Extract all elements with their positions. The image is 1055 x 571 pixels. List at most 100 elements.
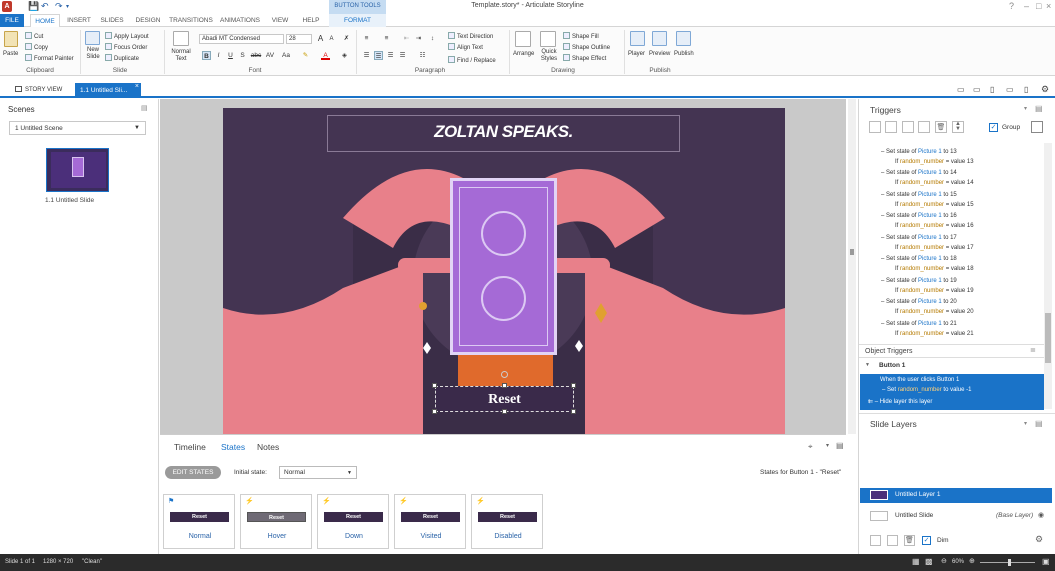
italic-button[interactable]: I <box>214 51 223 60</box>
slide-doc-tab[interactable]: 1.1 Untitled Sli... × <box>75 83 141 98</box>
columns-icon[interactable]: ☷ <box>418 51 427 60</box>
trigger-condition-15[interactable]: If random_number = value 15 <box>895 202 974 208</box>
preview-icon[interactable] <box>652 31 667 46</box>
layout-tablet-icon[interactable]: ▭ <box>1006 85 1014 94</box>
publish-button[interactable]: Publish <box>674 51 694 57</box>
help-icon[interactable]: ? <box>1009 1 1014 11</box>
preview-button[interactable]: Preview <box>649 51 670 57</box>
settings-icon[interactable]: ⚙ <box>1041 84 1049 95</box>
canvas-scrollbar[interactable] <box>848 99 856 434</box>
trigger-condition-20[interactable]: If random_number = value 20 <box>895 309 974 315</box>
quick-styles-icon[interactable] <box>540 31 556 47</box>
panel-menu-icon[interactable]: ▾ <box>826 442 829 449</box>
trigger-action-21[interactable]: – Set state of Picture 1 to 21 <box>881 321 957 327</box>
shape-fill-button[interactable]: Shape Fill <box>563 32 599 40</box>
state-card-visited[interactable]: ⚡ Reset Visited <box>394 494 466 549</box>
change-case-button[interactable]: Aa <box>280 51 292 60</box>
underline-button[interactable]: U <box>226 51 235 60</box>
state-card-down[interactable]: ⚡ Reset Down <box>317 494 389 549</box>
new-slide-icon[interactable] <box>85 31 100 45</box>
tab-slides[interactable]: SLIDES <box>98 14 126 27</box>
font-size-box[interactable]: 28 <box>286 34 312 44</box>
arrange-button[interactable]: Arrange <box>513 51 534 57</box>
trigger-condition-16[interactable]: If random_number = value 16 <box>895 223 974 229</box>
triggers-scroll-thumb[interactable] <box>1045 313 1051 363</box>
tab-design[interactable]: DESIGN <box>133 14 163 27</box>
arrange-icon[interactable] <box>515 31 531 47</box>
strikethrough-button[interactable]: abc <box>250 51 262 60</box>
quick-styles-button[interactable]: Quick Styles <box>538 49 560 63</box>
tab-transitions[interactable]: TRANSITIONS <box>168 14 214 27</box>
state-card-hover[interactable]: ⚡ Reset Hover <box>240 494 312 549</box>
variables-icon[interactable] <box>1031 121 1043 133</box>
handle-tr[interactable] <box>571 383 576 388</box>
panel-menu-icon[interactable]: ▾ <box>1024 105 1027 112</box>
expand-arrow-icon[interactable]: ▼ <box>865 362 870 368</box>
handle-tm[interactable] <box>502 383 507 388</box>
shadow-button[interactable]: S <box>238 51 247 60</box>
clear-format-icon[interactable]: ✗ <box>342 34 351 43</box>
trigger-action-17[interactable]: – Set state of Picture 1 to 17 <box>881 235 957 241</box>
text-effect-icon[interactable]: ◈ <box>340 51 349 60</box>
trigger-condition-14[interactable]: If random_number = value 14 <box>895 180 974 186</box>
rotate-handle-icon[interactable] <box>501 371 508 378</box>
tarot-card[interactable] <box>450 178 557 355</box>
paste-button[interactable]: Paste <box>3 51 18 57</box>
trigger-action-18[interactable]: – Set state of Picture 1 to 18 <box>881 256 957 262</box>
grid-view-icon[interactable]: ▦ <box>912 557 920 566</box>
trigger-action-15[interactable]: – Set state of Picture 1 to 15 <box>881 192 957 198</box>
new-trigger-icon[interactable] <box>869 121 881 133</box>
fit-window-icon[interactable]: ▣ <box>1042 557 1050 566</box>
align-right-icon[interactable]: ☰ <box>386 51 395 60</box>
bold-button[interactable]: B <box>202 51 211 60</box>
layer-row-untitled-layer-1[interactable]: Untitled Layer 1 <box>860 488 1052 503</box>
tab-states[interactable]: States <box>221 442 245 452</box>
layout-wide-icon[interactable]: ▭ <box>973 85 981 94</box>
dim-checkbox[interactable]: ✓ <box>922 536 931 545</box>
state-card-normal[interactable]: ⚑ Reset Normal <box>163 494 235 549</box>
normal-text-icon[interactable] <box>173 31 189 46</box>
new-slide-button[interactable]: New Slide <box>84 47 102 61</box>
bullets-icon[interactable]: ≡ <box>362 34 371 43</box>
publish-icon[interactable] <box>676 31 691 46</box>
timeline-options-icon[interactable]: ⌖ <box>808 442 813 452</box>
story-view-tab[interactable]: STORY VIEW <box>15 86 62 93</box>
handle-tl[interactable] <box>432 383 437 388</box>
selected-trigger-block[interactable]: When the user clicks Button 1 – Set rand… <box>860 374 1044 410</box>
trigger-action-16[interactable]: – Set state of Picture 1 to 16 <box>881 213 957 219</box>
duplicate-button[interactable]: Duplicate <box>105 54 139 62</box>
normal-text-button[interactable]: Normal Text <box>170 49 192 63</box>
panel-menu-icon[interactable]: ▾ <box>1024 420 1027 427</box>
copy-trigger-icon[interactable] <box>902 121 914 133</box>
maximize-icon[interactable]: □ <box>1036 1 1041 11</box>
layer-settings-icon[interactable]: ⚙ <box>1035 534 1043 545</box>
panel-pin-icon[interactable]: ▤ <box>141 104 148 112</box>
scene-select[interactable]: 1 Untitled Scene ▼ <box>9 121 146 135</box>
focus-order-button[interactable]: Focus Order <box>105 43 147 51</box>
justify-icon[interactable]: ☰ <box>398 51 407 60</box>
paste-trigger-icon[interactable] <box>918 121 930 133</box>
find-replace-button[interactable]: Find / Replace <box>448 56 496 64</box>
zoom-slider-thumb[interactable] <box>1008 559 1011 566</box>
delete-layer-icon[interactable]: 🗑 <box>904 535 915 546</box>
shape-outline-button[interactable]: Shape Outline <box>563 43 610 51</box>
line-spacing-icon[interactable]: ↕ <box>428 34 437 43</box>
apply-layout-button[interactable]: Apply Layout <box>105 32 149 40</box>
copy-button[interactable]: Copy <box>25 43 48 51</box>
decrease-indent-icon[interactable]: ⇤ <box>402 34 411 43</box>
collapse-icon[interactable]: ≣ <box>1030 346 1036 354</box>
duplicate-layer-icon[interactable] <box>887 535 898 546</box>
panel-pin-icon[interactable]: ▤ <box>1035 419 1043 428</box>
zoom-out-icon[interactable]: ⊖ <box>941 557 947 565</box>
new-layer-icon[interactable] <box>870 535 881 546</box>
handle-br[interactable] <box>571 409 576 414</box>
trigger-condition-17[interactable]: If random_number = value 17 <box>895 245 974 251</box>
trigger-condition-19[interactable]: If random_number = value 19 <box>895 288 974 294</box>
text-direction-button[interactable]: Text Direction <box>448 32 493 40</box>
tab-file[interactable]: FILE <box>0 14 24 27</box>
group-checkbox[interactable]: ✓ <box>989 123 998 132</box>
grow-font-button[interactable]: A <box>316 34 325 43</box>
trigger-condition-21[interactable]: If random_number = value 21 <box>895 331 974 337</box>
trigger-action-13[interactable]: – Set state of Picture 1 to 13 <box>881 149 957 155</box>
tab-help[interactable]: HELP <box>298 14 324 27</box>
